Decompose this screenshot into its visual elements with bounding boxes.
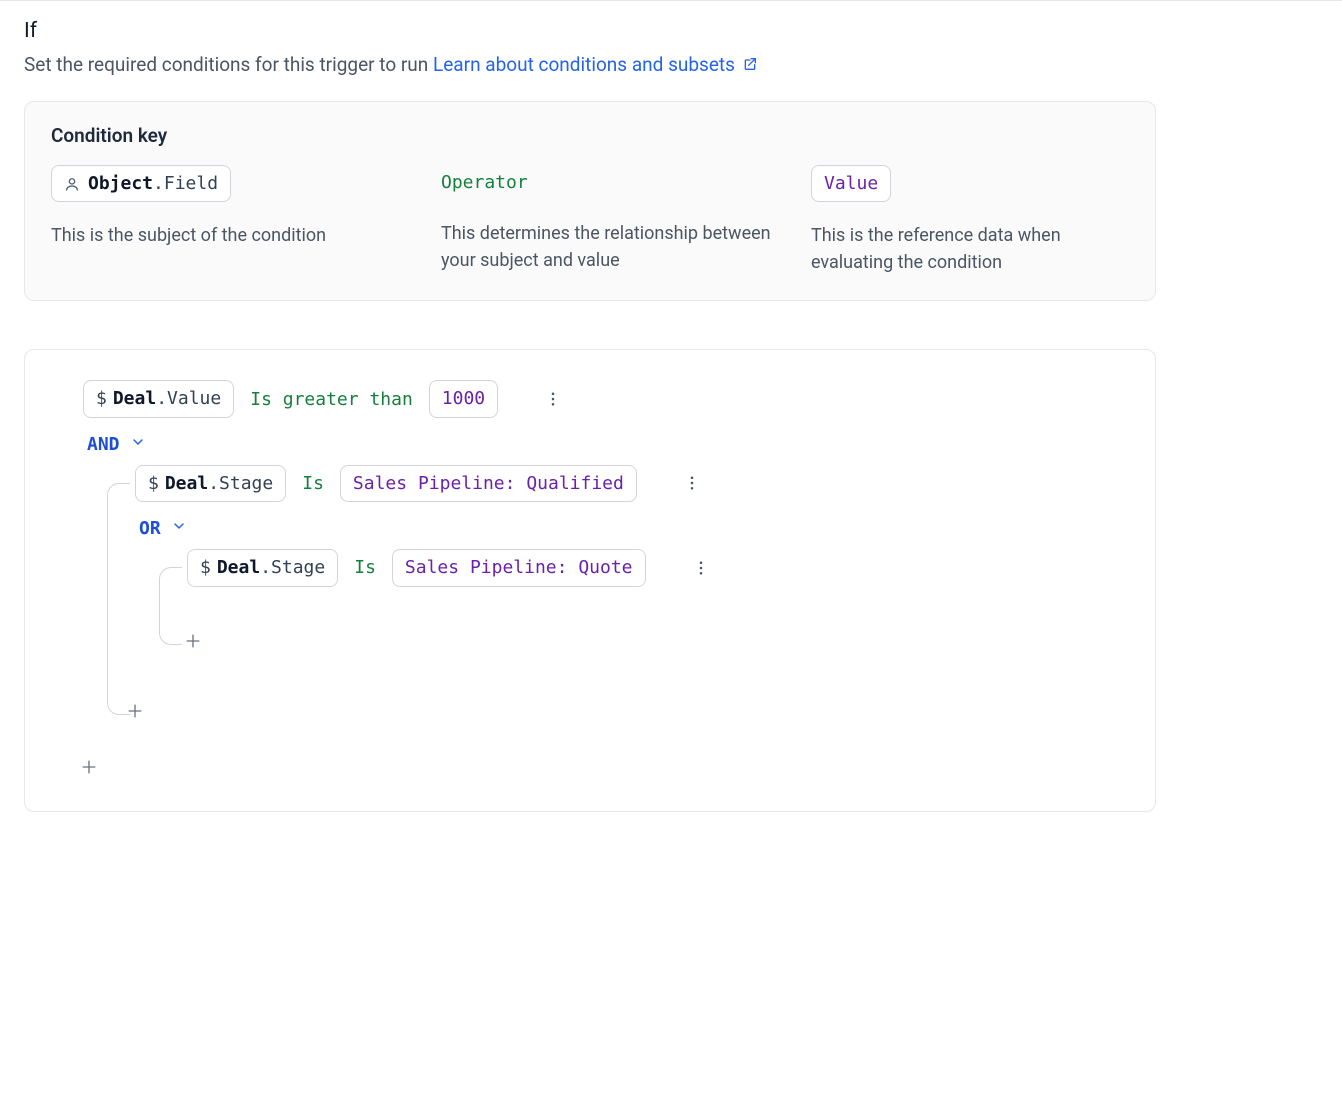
condition-key-card: Condition key Object.Field This is the s… — [24, 101, 1156, 301]
link-text: Learn about conditions and subsets — [433, 53, 735, 76]
subject-pill: Object.Field — [51, 165, 231, 202]
add-condition-button[interactable] — [75, 753, 103, 781]
section-title: If — [24, 19, 1156, 43]
value-text: Sales Pipeline: Quote — [405, 556, 633, 579]
key-col-value: Value This is the reference data when ev… — [811, 165, 1121, 276]
field-selector[interactable]: $ Deal.Stage — [187, 549, 338, 586]
logic-selector-or[interactable]: OR — [135, 516, 191, 541]
field-selector[interactable]: $ Deal.Stage — [135, 465, 286, 502]
key-col-subject: Object.Field This is the subject of the … — [51, 165, 401, 276]
row-more-button[interactable] — [540, 382, 566, 416]
learn-conditions-link[interactable]: Learn about conditions and subsets — [433, 53, 758, 76]
more-vertical-icon — [683, 474, 701, 492]
condition-key-title: Condition key — [51, 124, 1129, 147]
row-more-button[interactable] — [679, 466, 705, 500]
operator-selector[interactable]: Is — [302, 473, 324, 494]
add-condition-button[interactable] — [179, 627, 207, 655]
field-name: .Value — [156, 387, 221, 410]
condition-group-1: $ Deal.Stage Is Sales Pipeline: Qualifie… — [107, 465, 1129, 733]
value-desc: This is the reference data when evaluati… — [811, 222, 1121, 276]
operator-desc: This determines the relationship between… — [441, 220, 771, 274]
field-name: .Stage — [208, 472, 273, 495]
plus-icon — [183, 631, 203, 651]
more-vertical-icon — [692, 559, 710, 577]
value-legend-pill: Value — [811, 165, 891, 202]
value-input[interactable]: Sales Pipeline: Qualified — [340, 465, 637, 502]
field-selector[interactable]: $ Deal.Value — [83, 380, 234, 417]
logic-label: OR — [139, 518, 161, 539]
subject-field: .Field — [153, 172, 218, 195]
chevron-down-icon — [171, 518, 187, 539]
plus-icon — [125, 701, 145, 721]
field-name: .Stage — [260, 556, 325, 579]
plus-icon — [79, 757, 99, 777]
subject-object: Object — [88, 172, 153, 195]
dollar-prefix-icon: $ — [200, 556, 211, 579]
field-object: Deal — [113, 387, 156, 410]
add-condition-button[interactable] — [121, 697, 149, 725]
section-description: Set the required conditions for this tri… — [24, 53, 1156, 77]
value-input[interactable]: Sales Pipeline: Quote — [392, 549, 646, 586]
condition-builder-card: $ Deal.Value Is greater than 1000 AND — [24, 349, 1156, 811]
operator-label: Operator — [441, 165, 528, 200]
field-object: Deal — [165, 472, 208, 495]
chevron-down-icon — [130, 434, 146, 455]
dollar-prefix-icon: $ — [148, 472, 159, 495]
section-description-text: Set the required conditions for this tri… — [24, 53, 428, 76]
logic-selector-and[interactable]: AND — [83, 432, 150, 457]
row-more-button[interactable] — [688, 551, 714, 585]
value-text: Sales Pipeline: Qualified — [353, 472, 624, 495]
condition-group-2: $ Deal.Stage Is Sales Pipeline: Quote — [159, 549, 1129, 662]
operator-selector[interactable]: Is greater than — [250, 389, 413, 410]
value-input[interactable]: 1000 — [429, 380, 498, 417]
dollar-prefix-icon: $ — [96, 387, 107, 410]
external-link-icon — [742, 54, 758, 77]
more-vertical-icon — [544, 390, 562, 408]
operator-selector[interactable]: Is — [354, 557, 376, 578]
person-icon — [64, 176, 80, 192]
logic-label: AND — [87, 434, 120, 455]
key-col-operator: Operator This determines the relationshi… — [441, 165, 771, 276]
value-text: 1000 — [442, 387, 485, 410]
field-object: Deal — [217, 556, 260, 579]
value-legend-label: Value — [824, 172, 878, 195]
subject-desc: This is the subject of the condition — [51, 222, 401, 249]
